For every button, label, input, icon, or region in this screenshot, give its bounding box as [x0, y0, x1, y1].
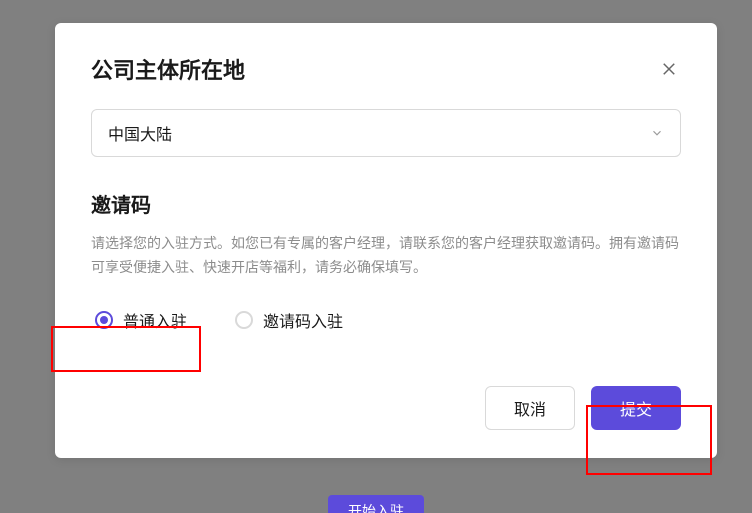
radio-inner-dot: [100, 316, 108, 324]
invite-section-description: 请选择您的入驻方式。如您已有专属的客户经理，请联系您的客户经理获取邀请码。拥有邀…: [91, 232, 681, 280]
submit-button-label: 提交: [620, 396, 652, 420]
radio-invite-code-label: 邀请码入驻: [263, 308, 343, 332]
location-select-value: 中国大陆: [108, 121, 172, 145]
close-button[interactable]: [657, 57, 681, 81]
background-button-label: 开始入驻: [348, 503, 404, 513]
modal-header: 公司主体所在地: [91, 53, 681, 85]
radio-indicator: [235, 311, 253, 329]
location-select[interactable]: 中国大陆: [91, 109, 681, 157]
invite-section-title: 邀请码: [91, 189, 681, 218]
radio-invite-code-registration[interactable]: 邀请码入驻: [231, 302, 347, 338]
submit-button[interactable]: 提交: [591, 386, 681, 430]
cancel-button-label: 取消: [514, 396, 546, 420]
modal-dialog: 公司主体所在地 中国大陆 邀请码 请选择您的入驻方式。如您已有专属的客户经理，请…: [55, 23, 717, 458]
radio-indicator: [95, 311, 113, 329]
registration-type-radio-group: 普通入驻 邀请码入驻: [91, 302, 681, 338]
close-icon: [660, 60, 678, 78]
modal-footer: 取消 提交: [91, 386, 681, 430]
radio-regular-registration[interactable]: 普通入驻: [91, 302, 191, 338]
cancel-button[interactable]: 取消: [485, 386, 575, 430]
background-start-button: 开始入驻: [328, 495, 424, 513]
radio-regular-label: 普通入驻: [123, 308, 187, 332]
location-select-wrapper: 中国大陆: [91, 109, 681, 157]
chevron-down-icon: [650, 126, 664, 140]
modal-title: 公司主体所在地: [91, 53, 245, 85]
